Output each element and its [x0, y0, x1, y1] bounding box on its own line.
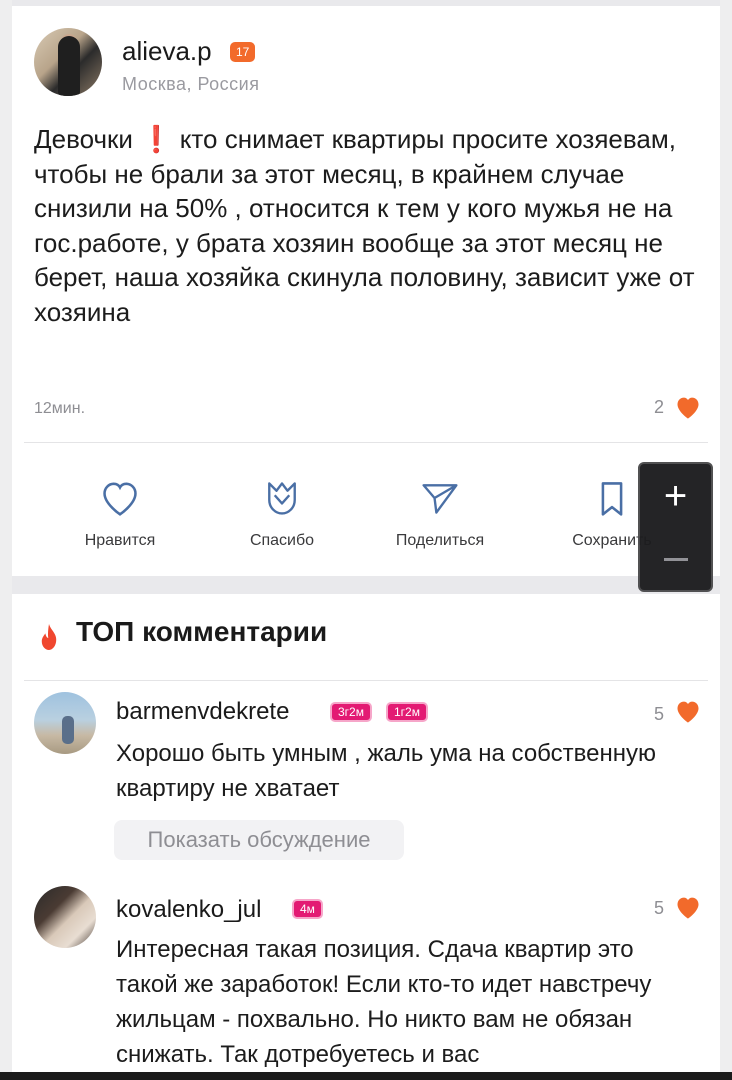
thanks-button-label: Спасибо [249, 532, 315, 549]
screen-edge-right [720, 0, 732, 1080]
author-level-badge: 17 [230, 42, 256, 62]
post-location: Москва, Россия [122, 74, 260, 94]
post-body-start: Девочки [34, 124, 133, 154]
comment-text: Хорошо быть умным , жаль ума на собствен… [116, 740, 656, 802]
post-body: Девочки ❗ кто снимает квартиры просите х… [34, 122, 714, 329]
exclamation-icon: ❗ [140, 124, 173, 154]
comment-like-count: 5 [654, 898, 665, 918]
screen-bottom-bar [0, 1072, 732, 1080]
post-divider [24, 442, 708, 443]
screen-edge-left [0, 0, 12, 1080]
post-author-avatar[interactable] [34, 28, 102, 96]
comment-avatar[interactable] [34, 886, 96, 948]
zoom-out-button[interactable] [664, 558, 688, 561]
heart-icon[interactable] [674, 394, 702, 420]
post-body-rest: кто снимает квартиры просите хозяевам, ч… [34, 124, 702, 327]
post-timestamp: 12мин. [34, 400, 86, 417]
comment-child-age-badge: 4м [292, 899, 323, 919]
comment-child-age-badge: 1г2м [386, 702, 428, 722]
app-screen: alieva.p 17 Москва, Россия Девочки ❗ кто… [0, 0, 732, 1080]
share-button[interactable]: Поделиться [370, 478, 510, 568]
comment-username[interactable]: barmenvdekrete [116, 698, 289, 726]
avatar-figure [62, 716, 74, 744]
avatar-figure-body [58, 36, 80, 96]
like-button[interactable]: Нравится [50, 478, 190, 568]
tulip-icon [268, 482, 296, 515]
comment-like-count: 5 [654, 704, 665, 724]
send-icon [422, 484, 458, 514]
heart-outline-icon [103, 482, 137, 516]
comments-divider [24, 680, 708, 681]
post-card: alieva.p 17 Москва, Россия Девочки ❗ кто… [12, 6, 720, 576]
heart-icon[interactable] [674, 698, 702, 724]
bookmark-icon [601, 482, 623, 516]
top-comments-title-text: ТОП комментарии [76, 616, 328, 647]
comment-username[interactable]: kovalenko_jul [116, 896, 261, 924]
comment-avatar[interactable] [34, 692, 96, 754]
like-button-label: Нравится [84, 532, 156, 549]
comments-card: ТОП комментарии barmenvdekrete 3г2м 1г2м… [12, 594, 720, 1074]
post-like-count: 2 [654, 397, 665, 417]
comment-child-age-badge: 3г2м [330, 702, 372, 722]
comment-text: Интересная такая позиция. Сдача квартир … [116, 936, 652, 1068]
heart-icon[interactable] [674, 894, 702, 920]
show-discussion-button[interactable]: Показать обсуждение [114, 820, 404, 860]
post-author-username[interactable]: alieva.p [122, 36, 212, 67]
share-button-label: Поделиться [395, 532, 485, 549]
thanks-button[interactable]: Спасибо [212, 478, 352, 568]
zoom-in-button[interactable]: + [640, 474, 711, 518]
zoom-control: + [638, 462, 713, 592]
top-comments-title: ТОП комментарии [40, 616, 327, 648]
